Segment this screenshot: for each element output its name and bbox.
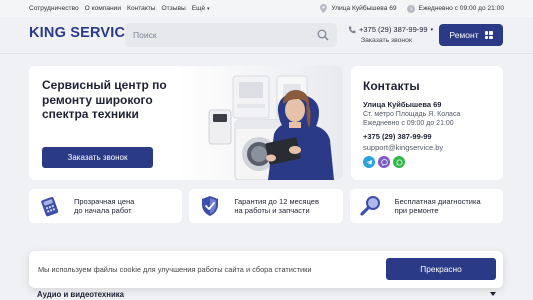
header-phone: +375 (29) 387-99-99	[359, 25, 428, 34]
contacts-email[interactable]: support@kingservice.by	[363, 143, 491, 152]
clock-icon	[406, 4, 415, 13]
feature-line1: Гарантия до 12 месяцев	[234, 197, 319, 206]
contacts-card: Контакты Улица Куйбышева 69 Ст. метро Пл…	[351, 66, 503, 180]
contacts-hours: Ежедневно с 09:00 до 21:00	[363, 120, 454, 127]
feature-text: Бесплатная диагностика при ремонте	[395, 197, 481, 215]
hero-callback-button[interactable]: Заказать звонок	[42, 147, 153, 168]
social-links	[363, 156, 491, 168]
shield-check-icon	[202, 196, 219, 216]
feature-text: Гарантия до 12 месяцев на работы и запча…	[234, 197, 319, 215]
cookie-banner: Мы используем файлы cookie для улучшения…	[29, 251, 503, 288]
top-hours-text: Ежедневно с 09:00 до 21:00	[418, 5, 504, 12]
location-pin-icon	[320, 4, 328, 13]
repair-button-label: Ремонт	[449, 30, 479, 40]
calculator-icon	[41, 196, 59, 217]
phone-icon	[348, 26, 356, 33]
feature-line2: на работы и запчасти	[234, 206, 310, 215]
hero-banner: Сервисный центр по ремонту широкого спек…	[29, 66, 343, 180]
top-address-text: Улица Куйбышева 69	[331, 5, 397, 12]
search-icon[interactable]	[317, 29, 329, 41]
nav-link-about[interactable]: О компании	[85, 5, 121, 12]
feature-text: Прозрачная цена до начала работ	[74, 197, 134, 215]
feature-line2: при ремонте	[394, 206, 439, 215]
top-hours: Ежедневно с 09:00 до 21:00	[406, 4, 504, 13]
top-bar: Сотрудничество О компании Контакты Отзыв…	[0, 0, 533, 17]
hero-technician-image	[177, 66, 343, 180]
whatsapp-icon[interactable]	[393, 156, 405, 168]
features-row: Прозрачная цена до начала работ Гарантия…	[29, 189, 503, 223]
logo[interactable]: KING SERVICE	[29, 25, 135, 41]
cookie-text: Мы используем файлы cookie для улучшения…	[38, 265, 312, 274]
nav-link-partnership[interactable]: Сотрудничество	[29, 5, 79, 12]
feature-transparent-price: Прозрачная цена до начала работ	[29, 189, 183, 223]
contacts-title: Контакты	[363, 79, 420, 93]
top-address: Улица Куйбышева 69	[320, 4, 397, 13]
chevron-down-icon	[490, 292, 496, 296]
top-info: Улица Куйбышева 69 Ежедневно с 09:00 до …	[320, 4, 504, 13]
search-input[interactable]	[125, 23, 305, 47]
viber-icon[interactable]	[378, 156, 390, 168]
feature-line1: Прозрачная цена	[74, 197, 135, 206]
feature-free-diagnostics: Бесплатная диагностика при ремонте	[349, 189, 503, 223]
feature-line1: Бесплатная диагностика	[394, 197, 481, 206]
phone-line[interactable]: +375 (29) 387-99-99 ▾	[348, 25, 433, 34]
nav-more-dropdown[interactable]: Ещё ▾	[192, 5, 210, 12]
category-label: Аудио и видеотехника	[37, 290, 124, 299]
contacts-metro: Ст. метро Площадь Я. Коласа	[363, 111, 461, 118]
nav-more-label: Ещё	[191, 5, 206, 12]
feature-line2: до начала работ	[74, 206, 132, 215]
callback-link[interactable]: Заказать звонок	[361, 37, 433, 44]
contacts-phone[interactable]: +375 (29) 387-99-99	[363, 132, 491, 141]
phone-block: +375 (29) 387-99-99 ▾ Заказать звонок	[348, 25, 433, 44]
chevron-down-icon: ▾	[430, 26, 434, 33]
contacts-address: Улица Куйбышева 69	[363, 100, 442, 109]
grid-icon	[484, 31, 493, 39]
nav-link-reviews[interactable]: Отзывы	[162, 5, 186, 12]
feature-warranty: Гарантия до 12 месяцев на работы и запча…	[189, 189, 343, 223]
search-box	[125, 23, 337, 47]
header: KING SERVICE +375 (29) 387-99-99 ▾ Заказ…	[0, 17, 533, 54]
category-accordion-audio-video[interactable]: Аудио и видеотехника	[37, 290, 496, 300]
cookie-accept-button[interactable]: Прекрасно	[386, 258, 496, 280]
top-nav: Сотрудничество О компании Контакты Отзыв…	[29, 5, 210, 12]
chevron-down-icon: ▾	[207, 6, 210, 12]
nav-link-contacts[interactable]: Контакты	[127, 5, 155, 12]
hero-title: Сервисный центр по ремонту широкого спек…	[42, 78, 167, 121]
repair-button[interactable]: Ремонт	[439, 24, 503, 46]
magnifier-icon	[360, 196, 380, 216]
telegram-icon[interactable]	[363, 156, 375, 168]
